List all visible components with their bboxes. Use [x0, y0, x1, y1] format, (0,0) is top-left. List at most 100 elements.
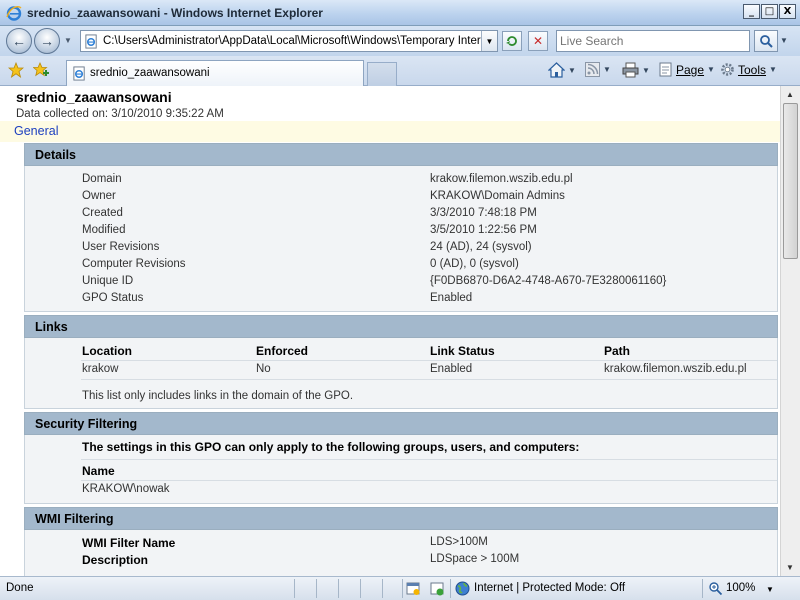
- tab-srednio-zaawansowani[interactable]: srednio_zaawansowani: [66, 60, 364, 86]
- scroll-up-button[interactable]: ▲: [781, 86, 799, 103]
- status-divider: [402, 579, 403, 598]
- window-controls: _ □ X: [743, 4, 796, 19]
- detail-label: User Revisions: [82, 241, 160, 253]
- wmi-description-label: Description: [82, 553, 149, 567]
- detail-value: krakow.filemon.wszib.edu.pl: [430, 173, 573, 185]
- detail-value: 3/3/2010 7:48:18 PM: [430, 207, 537, 219]
- detail-label: Unique ID: [82, 275, 134, 287]
- tab-bar: srednio_zaawansowani ▼ ▼ ▼ Page ▼ Tools …: [0, 56, 800, 86]
- chevron-down-icon: ▼: [786, 563, 794, 572]
- zoom-icon[interactable]: [708, 581, 723, 596]
- refresh-icon: [506, 36, 517, 46]
- tools-menu[interactable]: Tools ▼: [720, 62, 777, 77]
- links-note: This list only includes links in the dom…: [82, 390, 354, 402]
- stop-icon: ✕: [532, 34, 544, 48]
- feeds-button[interactable]: ▼: [585, 62, 611, 77]
- search-input[interactable]: [560, 32, 746, 50]
- general-link[interactable]: General: [14, 124, 58, 138]
- detail-label: Computer Revisions: [82, 258, 186, 270]
- details-heading: Details: [35, 148, 76, 162]
- details-section: Domain krakow.filemon.wszib.edu.pl Owner…: [24, 166, 778, 312]
- table-divider: [81, 459, 777, 460]
- status-text: Done: [6, 582, 34, 594]
- back-button[interactable]: ←: [6, 28, 32, 54]
- popup-blocker-icon[interactable]: [406, 581, 421, 596]
- address-url[interactable]: C:\Users\Administrator\AppData\Local\Mic…: [103, 35, 481, 47]
- security-filtering-section: The settings in this GPO can only apply …: [24, 435, 778, 504]
- general-category-bar: General: [0, 121, 780, 142]
- ie-page-icon: [85, 34, 97, 49]
- link-status-cell: Enabled: [430, 363, 473, 375]
- maximize-button[interactable]: □: [761, 4, 778, 19]
- report-title: srednio_zaawansowani: [16, 89, 172, 105]
- wmi-filtering-section: WMI Filter Name LDS>100M Description LDS…: [24, 530, 778, 576]
- close-button[interactable]: X: [779, 4, 796, 19]
- add-favorite-icon[interactable]: [33, 62, 49, 78]
- status-divider: [382, 579, 383, 598]
- internet-zone-globe-icon: [455, 581, 470, 596]
- column-header-path: Path: [604, 344, 631, 358]
- status-divider: [360, 579, 361, 598]
- detail-label: Owner: [82, 190, 116, 202]
- detail-label: Domain: [82, 173, 122, 185]
- security-filtering-section-header[interactable]: Security Filtering: [24, 412, 778, 435]
- recent-pages-dropdown[interactable]: ▼: [64, 36, 72, 45]
- wmi-filtering-heading: WMI Filtering: [35, 512, 114, 526]
- detail-value: Enabled: [430, 292, 473, 304]
- links-section: Location Enforced Link Status Path krako…: [24, 338, 778, 409]
- protected-mode-icon[interactable]: [430, 581, 445, 596]
- detail-label: Created: [82, 207, 123, 219]
- home-button[interactable]: ▼: [548, 62, 576, 78]
- print-button[interactable]: ▼: [622, 62, 650, 78]
- scrollbar-thumb[interactable]: [783, 103, 798, 259]
- tab-label: srednio_zaawansowani: [90, 67, 210, 79]
- security-principal-cell: KRAKOW\nowak: [82, 483, 170, 495]
- search-button[interactable]: [754, 30, 778, 52]
- zoom-dropdown[interactable]: ▼: [766, 585, 774, 594]
- scroll-down-button[interactable]: ▼: [781, 559, 799, 576]
- detail-value: {F0DB6870-D6A2-4748-A670-7E3280061160}: [430, 275, 667, 287]
- details-section-header[interactable]: Details: [24, 143, 778, 166]
- chevron-down-icon: ▼: [769, 65, 777, 74]
- address-dropdown-button[interactable]: ▼: [481, 31, 497, 51]
- status-bar: Done Internet | Protected Mode: Off 100%…: [0, 576, 800, 600]
- printer-icon: [622, 62, 639, 78]
- column-header-enforced: Enforced: [256, 344, 309, 358]
- wmi-filtering-section-header[interactable]: WMI Filtering: [24, 507, 778, 530]
- column-header-link-status: Link Status: [430, 344, 495, 358]
- chevron-down-icon: ▼: [707, 65, 715, 74]
- detail-value: 3/5/2010 1:22:56 PM: [430, 224, 537, 236]
- security-zone-text[interactable]: Internet | Protected Mode: Off: [474, 582, 625, 594]
- ie-logo-icon: [6, 6, 22, 21]
- page-menu-label: Page: [676, 62, 705, 77]
- zoom-level[interactable]: 100%: [726, 582, 755, 594]
- links-section-header[interactable]: Links: [24, 315, 778, 338]
- status-divider: [338, 579, 339, 598]
- table-divider: [81, 480, 777, 481]
- data-collected-text: Data collected on: 3/10/2010 9:35:22 AM: [16, 108, 224, 120]
- wmi-filter-name-label: WMI Filter Name: [82, 536, 176, 550]
- address-bar[interactable]: C:\Users\Administrator\AppData\Local\Mic…: [80, 30, 498, 52]
- link-path-cell: krakow.filemon.wszib.edu.pl: [604, 363, 747, 375]
- status-divider: [294, 579, 295, 598]
- wmi-description-value: LDSpace > 100M: [430, 553, 520, 565]
- chevron-down-icon: ▼: [568, 65, 576, 75]
- report-content: srednio_zaawansowani Data collected on: …: [0, 86, 780, 576]
- column-header-location: Location: [82, 344, 132, 358]
- vertical-scrollbar[interactable]: ▲ ▼: [780, 86, 800, 576]
- refresh-button[interactable]: [502, 31, 522, 51]
- table-divider: [81, 379, 777, 380]
- search-options-dropdown[interactable]: ▼: [780, 36, 788, 45]
- security-intro-text: The settings in this GPO can only apply …: [82, 440, 580, 454]
- search-box[interactable]: [556, 30, 750, 52]
- forward-button[interactable]: →: [34, 28, 60, 54]
- navigation-bar: ← → ▼ C:\Users\Administrator\AppData\Loc…: [0, 26, 800, 56]
- stop-button[interactable]: ✕: [528, 31, 548, 51]
- rss-feed-icon: [585, 62, 600, 77]
- detail-value: 0 (AD), 0 (sysvol): [430, 258, 519, 270]
- new-tab-button[interactable]: [367, 62, 397, 86]
- page-menu[interactable]: Page ▼: [658, 62, 715, 77]
- home-icon: [548, 62, 565, 78]
- favorites-star-icon[interactable]: [8, 62, 24, 78]
- minimize-button[interactable]: _: [743, 4, 760, 19]
